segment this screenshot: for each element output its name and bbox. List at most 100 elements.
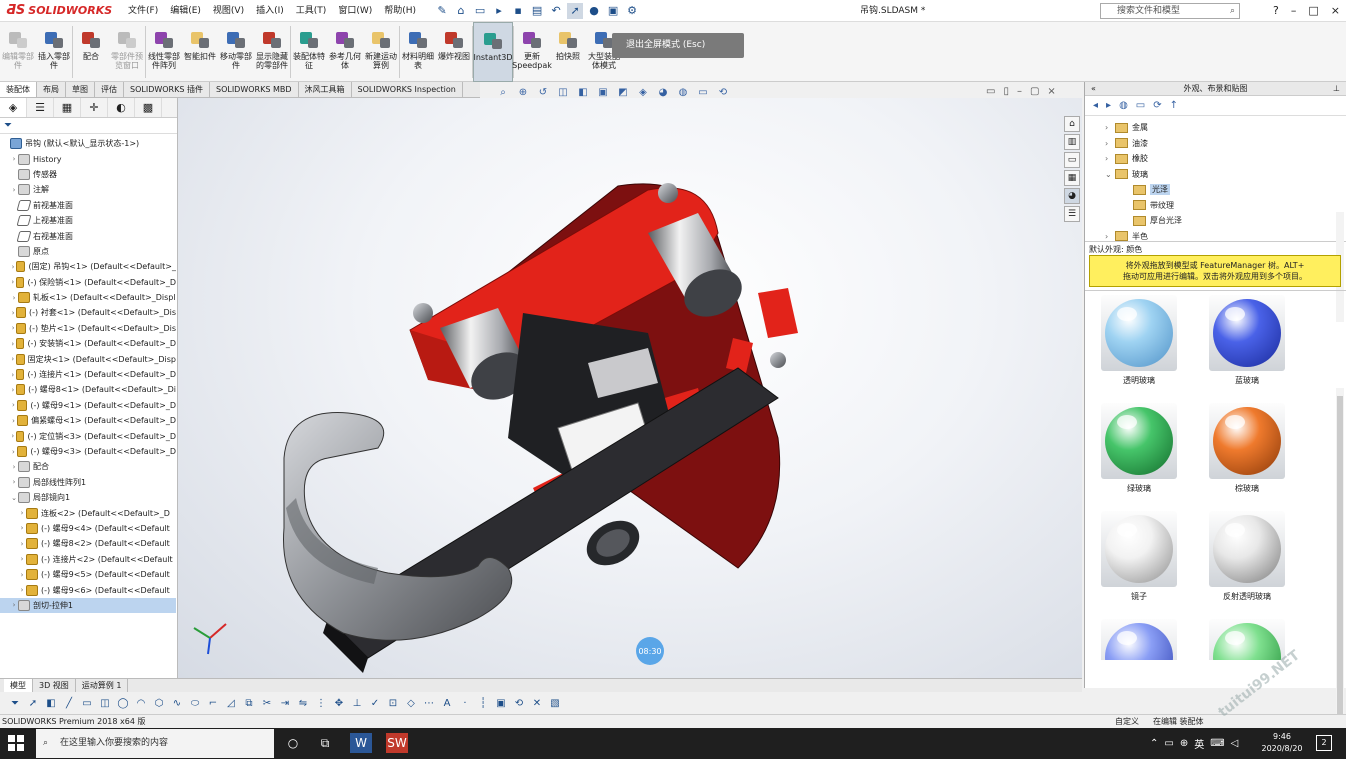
- solidworks-resources-icon[interactable]: ⌂: [1064, 116, 1080, 132]
- menu-item[interactable]: 视图(V): [207, 0, 250, 22]
- minimize-viewport-icon[interactable]: –: [1017, 86, 1022, 97]
- tree-filter[interactable]: ⏷: [0, 118, 177, 134]
- tree-expand-arrow[interactable]: ›: [10, 278, 16, 286]
- appearance-swatch[interactable]: 蓝玻璃: [1207, 295, 1287, 386]
- ellipse-icon[interactable]: ⬭: [188, 696, 202, 710]
- tree-expand-arrow[interactable]: ›: [18, 586, 26, 594]
- tree-item[interactable]: › (-) 螺母9<4> (Default<<Default: [0, 521, 176, 536]
- bottom-tab[interactable]: 3D 视图: [33, 679, 76, 692]
- tree-item[interactable]: › (-) 垫片<1> (Default<<Default>_Dis: [0, 321, 176, 336]
- close-viewport-icon[interactable]: ×: [1047, 86, 1055, 97]
- tree-item[interactable]: › (-) 定位销<3> (Default<<Default>_D: [0, 428, 176, 443]
- filter-icon[interactable]: ⏷: [4, 120, 12, 131]
- toggle-icon[interactable]: ◧: [44, 696, 58, 710]
- tree-expand-arrow[interactable]: ›: [10, 155, 18, 163]
- relations-icon[interactable]: ⊥: [350, 696, 364, 710]
- tree-expand-arrow[interactable]: ›: [18, 540, 26, 548]
- tree-item[interactable]: ⌄ 局部镜向1: [0, 490, 176, 505]
- cam-tab-icon[interactable]: ▩: [135, 98, 162, 117]
- bolt-head[interactable]: [770, 352, 786, 368]
- ribbon-button[interactable]: 插入零部件: [36, 22, 72, 82]
- cortana-icon[interactable]: ○: [282, 733, 304, 753]
- ribbon-button[interactable]: 更新Speedpak: [512, 22, 552, 82]
- open-file-icon[interactable]: ▸: [491, 3, 507, 19]
- linear-pattern-icon[interactable]: ⋮: [314, 696, 328, 710]
- tree-expand-arrow[interactable]: ›: [10, 448, 17, 456]
- bolt-head[interactable]: [413, 303, 433, 323]
- tree-expand-arrow[interactable]: ›: [1105, 154, 1115, 163]
- property-manager-tab-icon[interactable]: ☰: [27, 98, 54, 117]
- options-icon[interactable]: ⚙: [624, 3, 640, 19]
- appearance-swatch[interactable]: 镜子: [1099, 511, 1179, 602]
- tree-expand-arrow[interactable]: ›: [10, 401, 17, 409]
- save-icon[interactable]: ▪: [510, 3, 526, 19]
- tree-item[interactable]: 吊钩 (默认<默认_显示状态-1>): [0, 136, 176, 151]
- menu-item[interactable]: 工具(T): [290, 0, 333, 22]
- ribbon-button[interactable]: 爆炸视图: [436, 22, 472, 82]
- polygon-icon[interactable]: ⬡: [152, 696, 166, 710]
- command-tab[interactable]: 沐风工具箱: [299, 82, 352, 97]
- view-orientation-icon[interactable]: ▣: [596, 85, 610, 99]
- home-icon[interactable]: ⌂: [453, 3, 469, 19]
- command-tab[interactable]: 装配体: [0, 82, 37, 97]
- bottom-tab[interactable]: 运动算例 1: [76, 679, 129, 692]
- maximize-viewport-icon[interactable]: ▢: [1030, 86, 1039, 97]
- tree-expand-arrow[interactable]: ›: [10, 463, 18, 471]
- ime-indicator[interactable]: 英: [1194, 736, 1204, 751]
- tree-item[interactable]: › 连板<2> (Default<<Default>_D: [0, 505, 176, 520]
- dynamic-annotation-icon[interactable]: ◧: [576, 85, 590, 99]
- zoom-to-fit-icon[interactable]: ⌕: [496, 85, 510, 99]
- menu-item[interactable]: 编辑(E): [164, 0, 207, 22]
- tree-item[interactable]: › (-) 连接片<2> (Default<<Default: [0, 552, 176, 567]
- bottom-tab[interactable]: 模型: [4, 679, 33, 692]
- ribbon-button[interactable]: Instant3D: [473, 22, 513, 82]
- select-icon[interactable]: ➚: [26, 696, 40, 710]
- command-tab[interactable]: SOLIDWORKS Inspection: [352, 82, 463, 97]
- tree-item[interactable]: › (-) 螺母9<6> (Default<<Default: [0, 582, 176, 597]
- tree-item[interactable]: 右视基准面: [0, 228, 176, 243]
- sketch-picture-icon[interactable]: ▧: [548, 696, 562, 710]
- tree-item[interactable]: › (-) 螺母9<5> (Default<<Default: [0, 567, 176, 582]
- tree-item[interactable]: › (-) 衬套<1> (Default<<Default>_Dis: [0, 305, 176, 320]
- tree-expand-arrow[interactable]: ›: [10, 294, 18, 302]
- show-hidden-icons[interactable]: ⌃: [1150, 738, 1158, 749]
- circle-icon[interactable]: ◯: [116, 696, 130, 710]
- appearance-swatch[interactable]: 棕玻璃: [1207, 403, 1287, 494]
- appearance-folder[interactable]: 厚台光泽: [1133, 213, 1182, 228]
- tree-expand-arrow[interactable]: ›: [10, 417, 17, 425]
- back-icon[interactable]: ◂: [1093, 100, 1098, 111]
- previous-view-icon[interactable]: ↺: [536, 85, 550, 99]
- appearance-swatch[interactable]: 反射透明玻璃: [1207, 511, 1287, 602]
- up-folder-icon[interactable]: ↑: [1170, 100, 1178, 111]
- apply-scene-icon[interactable]: ◍: [676, 85, 690, 99]
- forward-icon[interactable]: ▸: [1106, 100, 1111, 111]
- command-tab[interactable]: 草图: [66, 82, 95, 97]
- select-icon[interactable]: ➚: [567, 2, 584, 19]
- ribbon-button[interactable]: 编辑零部件: [0, 22, 36, 82]
- tree-expand-arrow[interactable]: ›: [18, 555, 26, 563]
- tree-item[interactable]: 上视基准面: [0, 213, 176, 228]
- tree-item[interactable]: › 局部线性阵列1: [0, 475, 176, 490]
- line-icon[interactable]: ╱: [62, 696, 76, 710]
- solidworks-logo[interactable]: ƋS SOLIDWORKS: [0, 0, 112, 22]
- ribbon-button[interactable]: 拍快照: [550, 22, 586, 82]
- ribbon-button[interactable]: 零部件预览窗口: [109, 22, 145, 82]
- tree-expand-arrow[interactable]: ›: [1105, 232, 1115, 241]
- move-icon[interactable]: ✥: [332, 696, 346, 710]
- tree-expand-arrow[interactable]: ›: [10, 601, 18, 609]
- quick-snaps-icon[interactable]: ⊡: [386, 696, 400, 710]
- menu-item[interactable]: 帮助(H): [378, 0, 422, 22]
- file-properties-icon[interactable]: ▣: [605, 3, 621, 19]
- ribbon-button[interactable]: 显示隐藏的零部件: [254, 22, 290, 82]
- file-explorer-icon[interactable]: ▭: [1064, 152, 1080, 168]
- ribbon-button[interactable]: 移动零部件: [218, 22, 254, 82]
- tile-viewport-icon[interactable]: ▯: [1003, 86, 1009, 97]
- filter-icon[interactable]: ⏷: [8, 696, 22, 710]
- block-icon[interactable]: ▣: [494, 696, 508, 710]
- tree-expand-arrow[interactable]: ›: [18, 524, 26, 532]
- tree-item[interactable]: › 剖切-拉伸1: [0, 597, 176, 614]
- preview-icon[interactable]: ▭: [1136, 100, 1145, 111]
- tree-item[interactable]: 传感器: [0, 167, 176, 182]
- rotate-icon[interactable]: ⟲: [716, 85, 730, 99]
- unit-system[interactable]: 自定义: [1115, 715, 1139, 729]
